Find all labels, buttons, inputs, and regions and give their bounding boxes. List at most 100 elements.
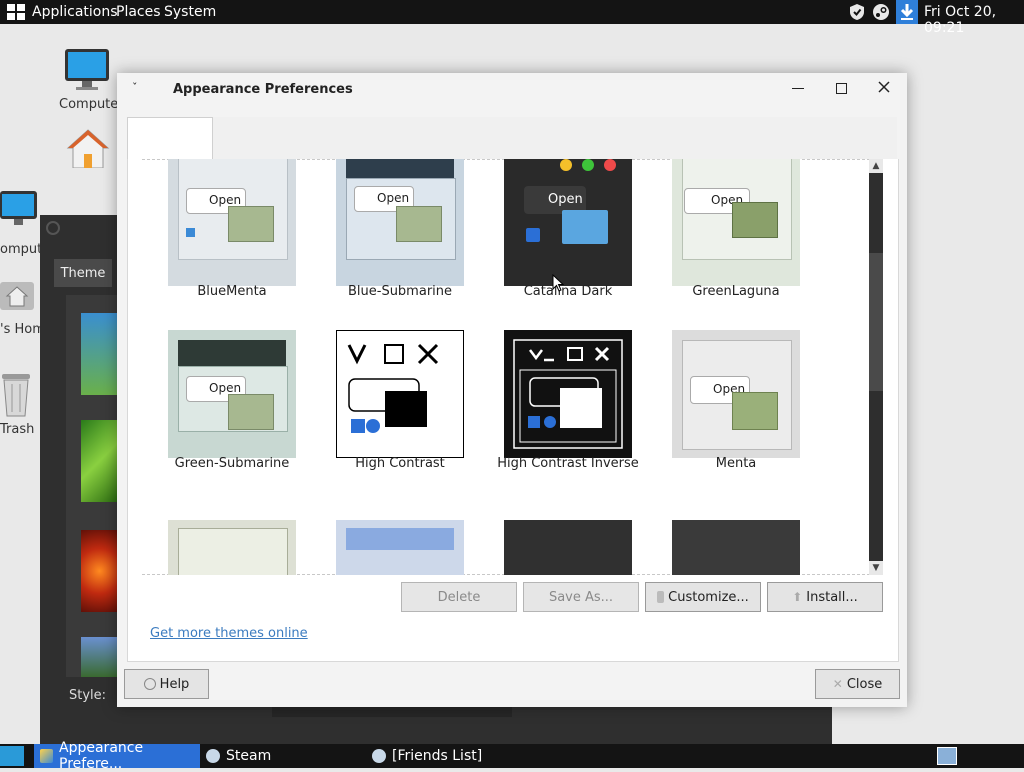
high-contrast-preview bbox=[336, 330, 464, 458]
theme-tab-label: Theme bbox=[60, 265, 106, 281]
customize-label: Customize... bbox=[668, 589, 749, 605]
folder-icon bbox=[732, 392, 778, 430]
window-menu-icon[interactable] bbox=[46, 221, 60, 235]
menta-preview: Open bbox=[672, 330, 800, 458]
theme-greenlaguna[interactable]: Open GreenLaguna bbox=[656, 159, 816, 308]
save-as-button[interactable]: Save As... bbox=[523, 582, 639, 612]
taskbar-item-friends-list[interactable]: [Friends List] bbox=[370, 744, 572, 768]
theme-menta[interactable]: Open Menta bbox=[656, 330, 816, 480]
steam-app-icon bbox=[206, 749, 220, 763]
menu-applications[interactable]: Applications bbox=[32, 4, 118, 20]
greenlaguna-preview: Open bbox=[672, 159, 800, 286]
wallpaper-thumb[interactable] bbox=[81, 530, 118, 612]
install-label: Install... bbox=[806, 589, 858, 605]
scrollbar[interactable]: ▲ ▼ bbox=[869, 159, 883, 575]
theme-green-submarine[interactable]: Open Green-Submarine bbox=[152, 330, 312, 480]
folder-icon bbox=[562, 210, 608, 244]
theme-high-contrast-inverse[interactable]: High Contrast Inverse bbox=[488, 330, 648, 480]
thumb-open-label: Open bbox=[209, 381, 242, 395]
workspace-switcher-icon[interactable] bbox=[937, 747, 957, 765]
high-contrast-inverse-preview bbox=[504, 330, 632, 458]
theme-grid[interactable]: Open BlueMenta Open Blue-Submarine Open … bbox=[142, 159, 870, 575]
bluementa-preview: Open bbox=[168, 159, 296, 286]
windows-logo-icon[interactable] bbox=[7, 4, 25, 20]
theme-preview bbox=[672, 520, 800, 575]
close-label: Close bbox=[846, 676, 883, 692]
theme-name: Blue-Submarine bbox=[347, 284, 453, 299]
help-button[interactable]: Help bbox=[124, 669, 209, 699]
install-arrow-icon: ⬆ bbox=[792, 590, 803, 604]
menu-system[interactable]: System bbox=[164, 4, 216, 20]
wallpaper-thumb[interactable] bbox=[81, 420, 118, 502]
delete-button[interactable]: Delete bbox=[401, 582, 517, 612]
clock[interactable]: Fri Oct 20, 09:21 bbox=[924, 4, 1024, 36]
home-icon[interactable] bbox=[0, 276, 36, 316]
window-menu-chevron-icon[interactable]: ˇ bbox=[132, 81, 138, 94]
desktop-trash-label[interactable]: Trash bbox=[0, 422, 34, 437]
theme-preview bbox=[168, 520, 296, 575]
folder-icon bbox=[228, 394, 274, 430]
theme-row3-4[interactable] bbox=[656, 520, 816, 575]
checkbox-icon bbox=[526, 228, 540, 242]
thumb-open-label: Open bbox=[548, 192, 583, 207]
style-selector[interactable] bbox=[272, 707, 512, 717]
wallpaper-thumb[interactable] bbox=[81, 313, 118, 395]
computer-icon-2[interactable] bbox=[0, 190, 38, 234]
theme-preview bbox=[336, 520, 464, 575]
content-panel: Open BlueMenta Open Blue-Submarine Open … bbox=[127, 159, 899, 662]
scrollbar-thumb[interactable] bbox=[869, 253, 883, 391]
appearance-app-icon bbox=[40, 749, 54, 763]
catalina-dark-preview: Open bbox=[504, 159, 632, 286]
theme-blue-submarine[interactable]: Open Blue-Submarine bbox=[320, 159, 480, 308]
theme-row3-1[interactable] bbox=[152, 520, 312, 575]
folder-icon bbox=[732, 202, 778, 238]
thumb-open-label: Open bbox=[209, 193, 242, 207]
taskbar-item-steam[interactable]: Steam bbox=[204, 744, 356, 768]
delete-label: Delete bbox=[437, 589, 481, 605]
install-button[interactable]: ⬆ Install... bbox=[767, 582, 883, 612]
customize-button[interactable]: Customize... bbox=[645, 582, 761, 612]
theme-row3-3[interactable] bbox=[488, 520, 648, 575]
theme-high-contrast[interactable]: High Contrast bbox=[320, 330, 480, 480]
minimize-icon[interactable] bbox=[792, 88, 804, 89]
dialog-title: Appearance Preferences bbox=[173, 82, 353, 97]
taskbar-item-label: Steam bbox=[226, 748, 272, 764]
trash-icon[interactable] bbox=[0, 370, 32, 422]
thumb-open-label: Open bbox=[377, 191, 410, 205]
taskbar-item-appearance[interactable]: Appearance Prefere... bbox=[34, 740, 200, 772]
tab-active[interactable] bbox=[127, 117, 213, 160]
close-button[interactable]: ✕ Close bbox=[815, 669, 900, 699]
checkbox-icon bbox=[186, 228, 195, 237]
close-icon[interactable] bbox=[878, 81, 890, 97]
save-as-label: Save As... bbox=[548, 589, 614, 605]
desktop-home-label[interactable]: 's Hom bbox=[0, 322, 45, 337]
theme-name: GreenLaguna bbox=[692, 284, 780, 299]
desktop-computer-label[interactable]: Compute bbox=[59, 97, 118, 112]
show-desktop-icon[interactable] bbox=[0, 746, 24, 766]
steam-app-icon bbox=[372, 749, 386, 763]
style-label: Style: bbox=[69, 688, 107, 703]
scroll-up-icon[interactable]: ▲ bbox=[869, 159, 883, 173]
theme-tab[interactable]: Theme bbox=[54, 259, 112, 287]
home-folder-icon[interactable] bbox=[66, 128, 110, 172]
tab-bar bbox=[127, 117, 897, 160]
maximize-icon[interactable] bbox=[836, 83, 847, 94]
brush-icon bbox=[657, 591, 665, 603]
theme-name: High Contrast bbox=[355, 456, 445, 471]
computer-icon[interactable] bbox=[64, 48, 110, 96]
get-more-themes-link[interactable]: Get more themes online bbox=[150, 626, 308, 641]
shield-icon[interactable] bbox=[848, 3, 866, 25]
folder-icon bbox=[396, 206, 442, 242]
theme-row3-2[interactable] bbox=[320, 520, 480, 575]
scroll-down-icon[interactable]: ▼ bbox=[869, 561, 883, 575]
download-icon[interactable] bbox=[896, 0, 918, 24]
theme-bluementa[interactable]: Open BlueMenta bbox=[152, 159, 312, 308]
blue-submarine-preview: Open bbox=[336, 159, 464, 286]
theme-name: Menta bbox=[715, 456, 757, 471]
menu-places[interactable]: Places bbox=[116, 4, 161, 20]
wallpaper-thumb[interactable] bbox=[81, 637, 118, 677]
wallpaper-list[interactable] bbox=[66, 295, 118, 677]
steam-tray-icon[interactable] bbox=[872, 3, 890, 25]
top-panel: Applications Places System Fri Oct 20, 0… bbox=[0, 0, 1024, 36]
theme-catalina-dark[interactable]: Open Catalina Dark bbox=[488, 159, 648, 308]
